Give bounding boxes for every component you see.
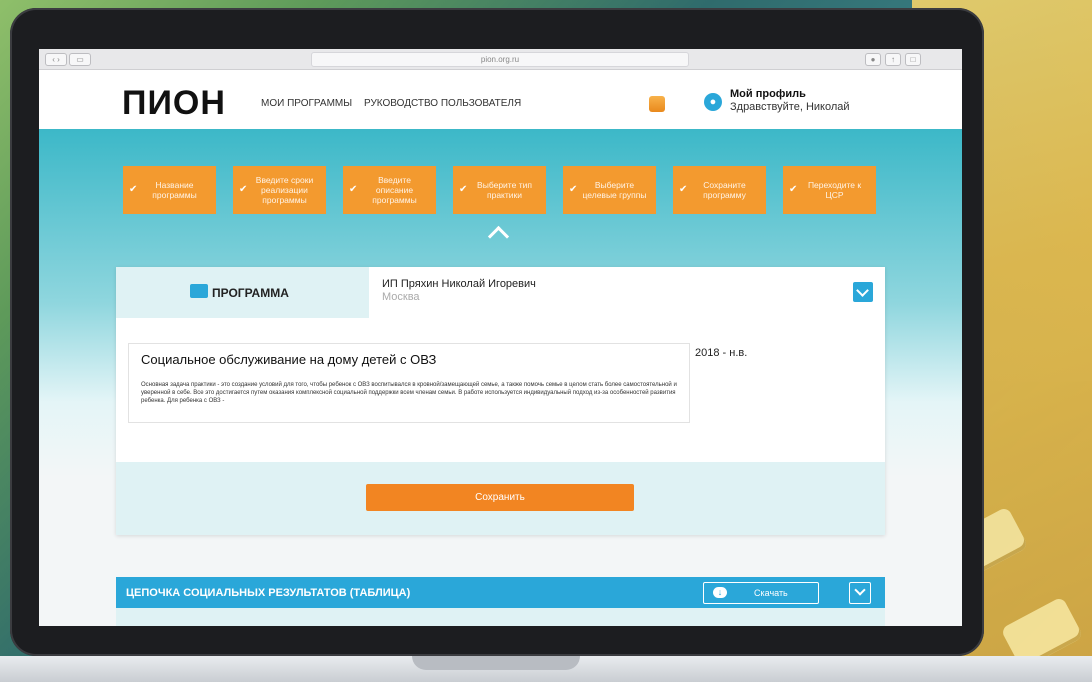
tabs-icon[interactable]: □ [905, 53, 921, 66]
org-name: ИП Пряхин Николай Игоревич [382, 278, 536, 290]
card-footer: Сохранить [116, 462, 885, 535]
step-label: Введите описание программы [372, 175, 417, 205]
check-icon: ✔ [129, 184, 138, 195]
url-text: pion.org.ru [480, 55, 520, 64]
step-dates[interactable]: ✔ Введите сроки реализации программы [233, 166, 326, 214]
check-icon: ✔ [569, 184, 578, 195]
step-label: Сохраните программу [703, 180, 746, 200]
tab-program[interactable]: ПРОГРАММА [116, 267, 369, 318]
main-area: ✔ Название программы ✔ Введите сроки реали… [39, 129, 962, 626]
step-label: Выберите целевые группы [582, 180, 647, 200]
program-years: 2018 - н.в. [695, 347, 748, 359]
nav-user-guide[interactable]: РУКОВОДСТВО ПОЛЬЗОВАТЕЛЯ [364, 98, 521, 109]
step-go-to-csr[interactable]: ✔ Переходите к ЦСР [783, 166, 876, 214]
step-program-name[interactable]: ✔ Название программы [123, 166, 216, 214]
org-city: Москва [382, 291, 420, 303]
profile-greeting: Здравствуйте, Николай [730, 101, 850, 113]
check-icon: ✔ [679, 184, 688, 195]
steps-row: ✔ Название программы ✔ Введите сроки реали… [123, 166, 883, 214]
sidebar-icon[interactable]: ▭ [69, 53, 91, 66]
cloud-download-icon: ↓ [713, 587, 727, 598]
screen: ‹ › ▭ pion.org.ru ● ↑ □ ПИОН МОИ ПРОГРАМ… [39, 49, 962, 626]
layers-icon[interactable] [649, 96, 665, 112]
chevron-down-icon[interactable] [849, 582, 871, 604]
profile-title[interactable]: Мой профиль [730, 88, 806, 100]
download-icon[interactable]: ● [865, 53, 881, 66]
url-bar[interactable]: pion.org.ru [311, 52, 689, 67]
nav-my-programs[interactable]: МОИ ПРОГРАММЫ [261, 98, 352, 109]
chain-title: ЦЕПОЧКА СОЦИАЛЬНЫХ РЕЗУЛЬТАТОВ (ТАБЛИЦА) [126, 587, 411, 599]
back-forward-buttons[interactable]: ‹ › [45, 53, 67, 66]
avatar[interactable]: ● [704, 93, 722, 111]
step-description[interactable]: ✔ Введите описание программы [343, 166, 436, 214]
step-save-program[interactable]: ✔ Сохраните программу [673, 166, 766, 214]
browser-toolbar: ‹ › ▭ pion.org.ru ● ↑ □ [39, 49, 962, 70]
program-description: Основная задача практики - это создание … [141, 382, 677, 404]
check-icon: ✔ [789, 184, 798, 195]
chain-table [116, 608, 885, 626]
site-logo[interactable]: ПИОН [122, 84, 226, 123]
download-label: Скачать [754, 588, 788, 598]
save-button[interactable]: Сохранить [366, 484, 634, 511]
download-button[interactable]: ↓ Скачать [703, 582, 819, 604]
tab-program-label: ПРОГРАММА [212, 286, 289, 300]
step-label: Переходите к ЦСР [807, 180, 862, 200]
laptop-notch [412, 656, 580, 670]
step-target-groups[interactable]: ✔ Выберите целевые группы [563, 166, 656, 214]
program-card: ПРОГРАММА ИП Пряхин Николай Игоревич Мос… [116, 267, 885, 535]
check-icon: ✔ [239, 184, 248, 195]
step-practice-type[interactable]: ✔ Выберите тип практики [453, 166, 546, 214]
program-title: Социальное обслуживание на дому детей с … [141, 352, 437, 367]
check-icon: ✔ [459, 184, 468, 195]
step-label: Название программы [152, 180, 197, 200]
chevron-up-icon[interactable] [487, 225, 510, 248]
share-icon[interactable]: ↑ [885, 53, 901, 66]
step-label: Выберите тип практики [477, 180, 532, 200]
program-info-box: Социальное обслуживание на дому детей с … [128, 343, 690, 423]
step-label: Введите сроки реализации программы [255, 175, 314, 205]
book-icon [190, 284, 208, 298]
chain-header: ЦЕПОЧКА СОЦИАЛЬНЫХ РЕЗУЛЬТАТОВ (ТАБЛИЦА)… [116, 577, 885, 608]
chevron-down-icon[interactable] [853, 282, 873, 302]
site-header: ПИОН МОИ ПРОГРАММЫ РУКОВОДСТВО ПОЛЬЗОВАТ… [39, 70, 962, 130]
check-icon: ✔ [349, 184, 358, 195]
